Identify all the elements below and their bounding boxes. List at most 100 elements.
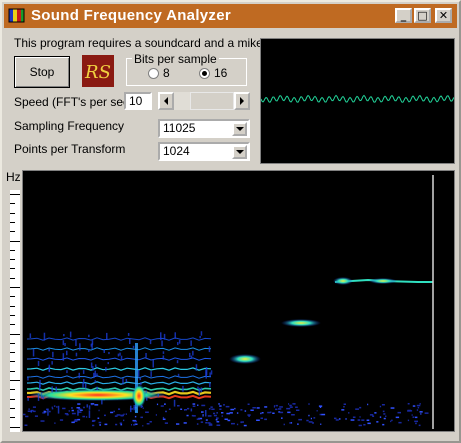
maximize-button[interactable]: □: [414, 8, 431, 23]
noise-speck: [132, 345, 135, 349]
noise-speck: [419, 403, 421, 405]
noise-speck: [64, 343, 66, 347]
noise-speck: [306, 419, 309, 422]
sampling-frequency-select[interactable]: 11025: [158, 119, 250, 138]
noise-speck: [213, 414, 217, 417]
sampling-frequency-label: Sampling Frequency: [14, 119, 125, 133]
noise-speck: [57, 405, 60, 414]
noise-speck: [83, 378, 85, 384]
stop-button[interactable]: Stop: [14, 56, 70, 88]
bits-8-radio[interactable]: [148, 68, 159, 79]
points-per-transform-select[interactable]: 1024: [158, 142, 250, 161]
noise-speck: [183, 422, 187, 424]
noise-speck: [382, 410, 385, 413]
scroll-left-arrow-icon: [164, 97, 168, 105]
tone-blob: [333, 277, 353, 285]
dropdown-arrow-icon[interactable]: [232, 122, 247, 136]
noise-speck: [162, 351, 165, 354]
noise-speck: [184, 409, 187, 411]
noise-speck: [415, 416, 418, 419]
close-button[interactable]: ✕: [435, 8, 452, 23]
dropdown-arrow-icon[interactable]: [232, 145, 247, 159]
noise-speck: [177, 373, 180, 377]
noise-speck: [221, 415, 223, 417]
noise-speck: [94, 404, 99, 406]
noise-speck: [32, 348, 35, 357]
noise-speck: [47, 408, 49, 416]
noise-speck: [69, 331, 72, 338]
noise-speck: [208, 346, 211, 353]
noise-speck: [43, 332, 46, 341]
minimize-button[interactable]: _: [395, 8, 412, 23]
speed-scrollbar[interactable]: [158, 92, 250, 110]
noise-speck: [71, 412, 76, 415]
tone-blob: [281, 319, 321, 327]
noise-speck: [104, 423, 108, 426]
noise-speck: [130, 405, 132, 413]
bits-16-radio[interactable]: [199, 68, 210, 79]
noise-speck: [32, 406, 36, 408]
scroll-right-button[interactable]: [234, 92, 250, 110]
noise-speck: [129, 338, 131, 344]
noise-speck: [88, 334, 90, 338]
noise-speck: [414, 420, 418, 423]
noise-speck: [152, 359, 154, 368]
noise-speck: [164, 422, 168, 424]
noise-speck: [28, 408, 30, 410]
noise-speck: [275, 408, 278, 411]
noise-speck: [208, 408, 211, 410]
noise-speck: [260, 412, 262, 415]
noise-speck: [230, 408, 234, 411]
tone-blob: [229, 354, 261, 364]
noise-speck: [177, 342, 179, 346]
noise-speck: [310, 417, 312, 420]
harmonic-band: [26, 357, 212, 361]
noise-speck: [207, 415, 212, 417]
noise-speck: [43, 410, 46, 413]
noise-speck: [63, 334, 65, 337]
noise-speck: [191, 414, 194, 417]
noise-speck: [420, 413, 422, 415]
noise-speck: [195, 364, 198, 371]
noise-speck: [51, 407, 54, 410]
noise-speck: [56, 406, 58, 408]
ruler-tick: [10, 324, 15, 326]
noise-speck: [88, 349, 90, 352]
noise-speck: [33, 410, 36, 413]
noise-speck: [127, 333, 130, 336]
waveform-plot: [260, 94, 455, 103]
noise-speck: [79, 343, 81, 351]
noise-speck: [119, 352, 121, 356]
noise-speck: [39, 384, 41, 391]
noise-speck: [359, 406, 362, 409]
noise-speck: [190, 408, 193, 412]
noise-speck: [281, 417, 283, 419]
noise-speck: [226, 412, 230, 415]
noise-speck: [376, 421, 379, 423]
noise-speck: [308, 403, 310, 405]
ruler-tick: [10, 240, 20, 242]
noise-speck: [99, 424, 101, 426]
noise-speck: [176, 423, 180, 425]
noise-speck: [218, 403, 220, 405]
noise-speck: [182, 385, 184, 392]
noise-speck: [71, 421, 75, 424]
noise-speck: [264, 418, 267, 421]
noise-speck: [225, 405, 230, 408]
noise-speck: [29, 333, 32, 338]
app-icon: [8, 8, 25, 23]
noise-speck: [250, 409, 254, 411]
noise-speck: [168, 408, 171, 410]
noise-speck: [229, 412, 233, 414]
scroll-thumb[interactable]: [190, 92, 234, 110]
noise-speck: [120, 415, 124, 417]
noise-speck: [278, 408, 282, 410]
title-bar[interactable]: Sound Frequency Analyzer _ □ ✕: [4, 4, 457, 28]
scroll-left-button[interactable]: [158, 92, 174, 110]
noise-speck: [335, 419, 339, 421]
noise-speck: [261, 412, 264, 414]
close-icon: ✕: [438, 8, 449, 22]
noise-speck: [298, 418, 302, 421]
speed-value-field[interactable]: 10: [124, 92, 152, 110]
noise-speck: [407, 419, 410, 422]
